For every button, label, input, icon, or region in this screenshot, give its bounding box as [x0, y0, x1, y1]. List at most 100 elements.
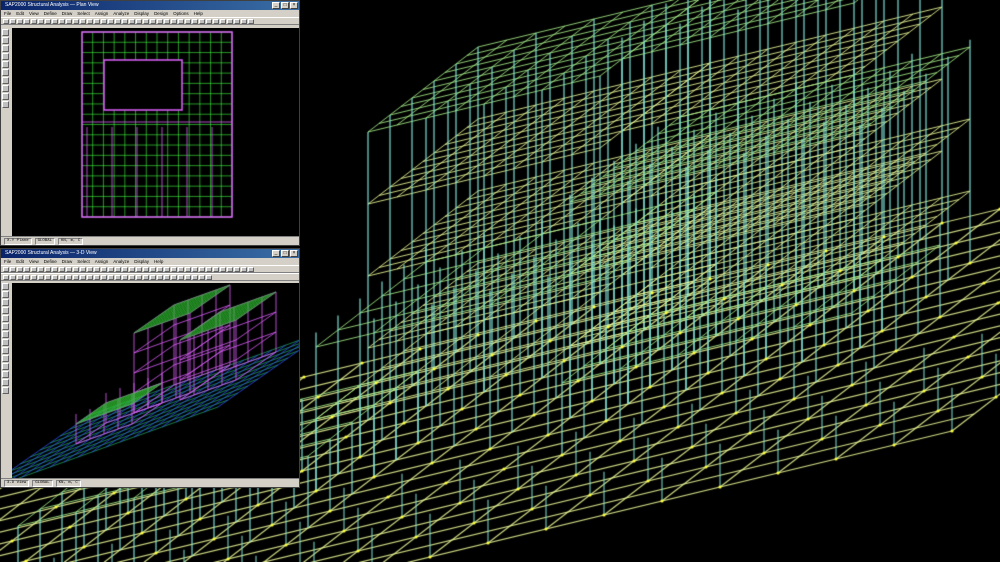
- draw-tool-button[interactable]: [2, 29, 9, 36]
- toolbar-button[interactable]: [87, 275, 93, 280]
- draw-tool-button[interactable]: [2, 85, 9, 92]
- toolbar-button[interactable]: [45, 275, 51, 280]
- draw-tool-button[interactable]: [2, 53, 9, 60]
- toolbar-button[interactable]: [10, 275, 16, 280]
- toolbar-button[interactable]: [108, 275, 114, 280]
- toolbar-button[interactable]: [73, 275, 79, 280]
- toolbar-button[interactable]: [31, 19, 37, 24]
- draw-tool-button[interactable]: [2, 299, 9, 306]
- toolbar-button[interactable]: [171, 19, 177, 24]
- draw-tool-button[interactable]: [2, 331, 9, 338]
- toolbar-button[interactable]: [24, 267, 30, 272]
- menu-item[interactable]: Options: [173, 10, 189, 17]
- toolbar-button[interactable]: [24, 19, 30, 24]
- menu-item[interactable]: Define: [44, 10, 57, 17]
- plan-window-titlebar[interactable]: SAP2000 Structural Analysis — Plan View …: [1, 1, 299, 10]
- toolbar-button[interactable]: [3, 267, 9, 272]
- toolbar-button[interactable]: [24, 275, 30, 280]
- toolbar-button[interactable]: [3, 19, 9, 24]
- close-icon[interactable]: ×: [290, 250, 298, 257]
- menu-item[interactable]: Help: [194, 10, 203, 17]
- toolbar-button[interactable]: [213, 267, 219, 272]
- toolbar-button[interactable]: [101, 275, 107, 280]
- toolbar-button[interactable]: [59, 19, 65, 24]
- toolbar-button[interactable]: [199, 267, 205, 272]
- toolbar-button[interactable]: [234, 19, 240, 24]
- draw-tool-button[interactable]: [2, 339, 9, 346]
- toolbar-button[interactable]: [80, 267, 86, 272]
- menu-item[interactable]: Help: [154, 258, 163, 265]
- toolbar-button[interactable]: [73, 19, 79, 24]
- status-field[interactable]: KN, m, C: [58, 237, 84, 245]
- minimize-icon[interactable]: _: [272, 250, 280, 257]
- toolbar-button[interactable]: [94, 19, 100, 24]
- toolbar-button[interactable]: [178, 267, 184, 272]
- toolbar-button[interactable]: [31, 275, 37, 280]
- menu-item[interactable]: Assign: [95, 258, 109, 265]
- toolbar-button[interactable]: [66, 267, 72, 272]
- draw-tool-button[interactable]: [2, 69, 9, 76]
- draw-tool-button[interactable]: [2, 291, 9, 298]
- status-field[interactable]: GLOBAL: [32, 479, 53, 487]
- toolbar-button[interactable]: [164, 267, 170, 272]
- toolbar-button[interactable]: [94, 275, 100, 280]
- toolbar-button[interactable]: [199, 19, 205, 24]
- menu-item[interactable]: Analyze: [113, 258, 129, 265]
- toolbar-button[interactable]: [38, 275, 44, 280]
- toolbar-button[interactable]: [143, 19, 149, 24]
- toolbar-button[interactable]: [115, 275, 121, 280]
- toolbar-button[interactable]: [136, 275, 142, 280]
- toolbar-button[interactable]: [129, 267, 135, 272]
- menu-item[interactable]: Select: [77, 258, 90, 265]
- toolbar-button[interactable]: [31, 267, 37, 272]
- toolbar-button[interactable]: [178, 275, 184, 280]
- menu-item[interactable]: Analyze: [113, 10, 129, 17]
- draw-tool-button[interactable]: [2, 355, 9, 362]
- toolbar-button[interactable]: [59, 275, 65, 280]
- toolbar-button[interactable]: [206, 19, 212, 24]
- menu-item[interactable]: Define: [44, 258, 57, 265]
- toolbar-button[interactable]: [122, 19, 128, 24]
- toolbar-button[interactable]: [234, 267, 240, 272]
- minimize-icon[interactable]: _: [272, 2, 280, 9]
- toolbar-button[interactable]: [185, 267, 191, 272]
- draw-tool-button[interactable]: [2, 77, 9, 84]
- toolbar-button[interactable]: [66, 19, 72, 24]
- toolbar-button[interactable]: [101, 19, 107, 24]
- toolbar-button[interactable]: [108, 19, 114, 24]
- toolbar-button[interactable]: [206, 275, 212, 280]
- draw-tool-button[interactable]: [2, 371, 9, 378]
- toolbar-button[interactable]: [59, 267, 65, 272]
- toolbar-button[interactable]: [45, 19, 51, 24]
- toolbar-button[interactable]: [45, 267, 51, 272]
- menu-item[interactable]: File: [4, 10, 11, 17]
- menu-item[interactable]: Select: [77, 10, 90, 17]
- toolbar-button[interactable]: [17, 275, 23, 280]
- draw-tool-button[interactable]: [2, 61, 9, 68]
- maximize-icon[interactable]: □: [281, 2, 289, 9]
- toolbar-button[interactable]: [157, 275, 163, 280]
- toolbar-button[interactable]: [115, 19, 121, 24]
- draw-tool-button[interactable]: [2, 347, 9, 354]
- plan-canvas[interactable]: [12, 28, 299, 238]
- toolbar-button[interactable]: [220, 19, 226, 24]
- menu-item[interactable]: Display: [134, 10, 149, 17]
- toolbar-button[interactable]: [17, 267, 23, 272]
- menu-item[interactable]: Edit: [16, 258, 24, 265]
- draw-tool-button[interactable]: [2, 307, 9, 314]
- toolbar-button[interactable]: [80, 19, 86, 24]
- toolbar-button[interactable]: [199, 275, 205, 280]
- toolbar-button[interactable]: [108, 267, 114, 272]
- toolbar-button[interactable]: [52, 267, 58, 272]
- status-field[interactable]: GLOBAL: [34, 237, 56, 245]
- draw-tool-button[interactable]: [2, 323, 9, 330]
- toolbar-button[interactable]: [122, 267, 128, 272]
- toolbar-button[interactable]: [206, 267, 212, 272]
- toolbar-button[interactable]: [248, 19, 254, 24]
- menu-item[interactable]: File: [4, 258, 11, 265]
- menu-item[interactable]: Display: [134, 258, 149, 265]
- toolbar-button[interactable]: [248, 267, 254, 272]
- toolbar-button[interactable]: [101, 267, 107, 272]
- menu-item[interactable]: Design: [154, 10, 168, 17]
- toolbar-button[interactable]: [241, 267, 247, 272]
